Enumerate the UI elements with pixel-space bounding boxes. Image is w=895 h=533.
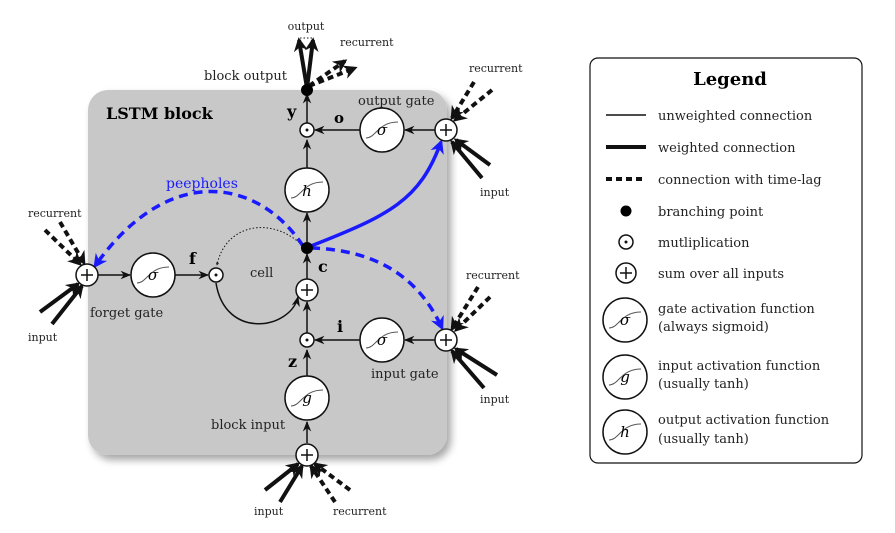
- recurrent-top-label: recurrent: [340, 36, 394, 49]
- block-title: LSTM block: [106, 104, 214, 123]
- c-label: c: [318, 257, 328, 276]
- output-multiplication-node: [299, 122, 315, 138]
- o-label: o: [334, 109, 344, 127]
- block-output-label: block output: [204, 69, 288, 84]
- svg-text:g: g: [620, 368, 630, 386]
- forget-gate-sigma-node: σ: [130, 252, 176, 298]
- legend-g-icon: g: [602, 354, 648, 400]
- legend: Legend unweighted connection weighted co…: [589, 57, 863, 464]
- svg-text:σ: σ: [377, 331, 388, 349]
- recurrent-label: recurrent: [469, 62, 523, 75]
- legend-label: input activation function: [658, 359, 821, 374]
- cell-label: cell: [250, 266, 273, 281]
- z-label: z: [288, 352, 297, 371]
- cell-branch-point: [301, 242, 313, 254]
- legend-label: mutliplication: [658, 236, 750, 251]
- cell-sum-node: [295, 278, 319, 302]
- legend-branch-dot: [620, 205, 632, 217]
- recurrent-label: recurrent: [333, 505, 387, 518]
- recurrent-label: recurrent: [28, 207, 82, 220]
- svg-text:σ: σ: [620, 311, 631, 329]
- input-label: input: [254, 505, 284, 518]
- forget-gate-label: forget gate: [90, 306, 164, 321]
- legend-label: (usually tanh): [658, 432, 749, 447]
- recurrent-label: recurrent: [466, 269, 520, 282]
- svg-text:σ: σ: [148, 266, 159, 284]
- output-label: output: [288, 20, 325, 33]
- legend-label: (usually tanh): [658, 377, 749, 392]
- legend-label: sum over all inputs: [658, 267, 784, 282]
- legend-sigma-icon: σ: [602, 297, 648, 343]
- input-gate-label: input gate: [371, 367, 439, 382]
- output-activation-h-node: h: [284, 167, 330, 213]
- legend-label: branching point: [658, 205, 764, 220]
- output-gate-sigma-node: σ: [359, 107, 405, 153]
- input-label: input: [480, 393, 510, 406]
- legend-label: connection with time-lag: [658, 173, 822, 188]
- output-gate-sum-node: [434, 118, 458, 142]
- block-input-sum-node: [295, 443, 319, 467]
- input-gate-sum-node: [434, 328, 458, 352]
- svg-text:g: g: [302, 389, 312, 407]
- legend-label: weighted connection: [658, 141, 796, 156]
- legend-label: (always sigmoid): [658, 320, 769, 335]
- block-output-branch-point: [301, 84, 313, 96]
- output-gate-label: output gate: [358, 94, 435, 109]
- legend-multiplication-icon: [618, 234, 634, 250]
- svg-text:h: h: [620, 423, 630, 441]
- svg-text:σ: σ: [377, 121, 388, 139]
- lstm-diagram: LSTM block peepholes σ σ σ h g output re…: [28, 20, 863, 518]
- f-label: f: [189, 249, 197, 268]
- input-multiplication-node: [299, 332, 315, 348]
- legend-label: unweighted connection: [658, 109, 813, 124]
- input-gate-sigma-node: σ: [359, 317, 405, 363]
- legend-h-icon: h: [602, 409, 648, 455]
- legend-sum-icon: [615, 262, 637, 284]
- block-input-label: block input: [211, 418, 286, 433]
- input-activation-g-node: g: [284, 375, 330, 421]
- i-label: i: [337, 317, 343, 336]
- forget-gate-sum-node: [75, 263, 99, 287]
- input-label: input: [480, 186, 510, 199]
- y-label: y: [286, 102, 297, 121]
- legend-label: gate activation function: [658, 302, 815, 317]
- legend-title: Legend: [693, 69, 767, 90]
- svg-text:h: h: [302, 182, 312, 200]
- forget-multiplication-node: [208, 267, 224, 283]
- peepholes-label: peepholes: [166, 176, 238, 192]
- legend-label: output activation function: [658, 413, 830, 428]
- input-label: input: [28, 331, 58, 344]
